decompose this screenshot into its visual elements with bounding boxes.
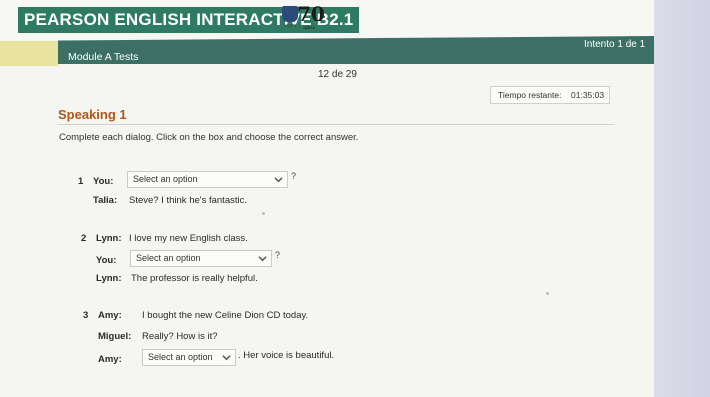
chevron-down-icon: [258, 256, 267, 262]
page-count: 12 de 29: [318, 69, 357, 80]
speaker-label: Talia:: [93, 195, 118, 206]
speaker-label: You:: [96, 255, 117, 266]
right-margin: [654, 0, 710, 397]
answer-select-2[interactable]: Select an option: [130, 250, 272, 267]
smudge: [546, 292, 549, 295]
logo-caption: unam: [283, 23, 297, 29]
dialog-line: I bought the new Celine Dion CD today.: [142, 310, 309, 321]
timer-value: 01:35:03: [571, 90, 605, 100]
smudge: [262, 212, 265, 215]
question-number: 1: [78, 176, 84, 187]
dialog-line: Steve? I think he's fantastic.: [129, 195, 247, 206]
header: PEARSON ENGLISH INTERACTIVE B2.1 unam 70…: [0, 0, 654, 40]
instructions: Complete each dialog. Click on the box a…: [59, 132, 359, 143]
select-placeholder: Select an option: [136, 253, 201, 263]
chevron-down-icon: [274, 177, 283, 183]
chevron-down-icon: [222, 355, 231, 361]
speaker-label: You:: [93, 176, 114, 187]
question-mark: ?: [275, 250, 281, 260]
timer-label: Tiempo restante:: [498, 90, 562, 100]
speaker-label: Lynn:: [96, 233, 122, 244]
dialog-line: Really? How is it?: [142, 331, 218, 342]
speaker-label: Amy:: [98, 310, 122, 321]
unam-logo: unam: [282, 6, 298, 29]
anniversary-logo: 70 años: [297, 3, 325, 31]
module-title: Module A Tests: [68, 51, 139, 63]
module-strip: [0, 41, 58, 66]
speaker-label: Miguel:: [98, 331, 132, 342]
dialog-line: . Her voice is beautiful.: [238, 350, 335, 361]
module-bar: [58, 36, 654, 64]
section-title: Speaking 1: [58, 107, 127, 122]
page: PEARSON ENGLISH INTERACTIVE B2.1 unam 70…: [0, 0, 710, 397]
select-placeholder: Select an option: [148, 352, 213, 362]
attempt-counter: Intento 1 de 1: [584, 39, 646, 50]
speaker-label: Lynn:: [96, 273, 122, 284]
shield-icon: [282, 6, 298, 22]
answer-select-3[interactable]: Select an option: [142, 349, 236, 366]
dialog-line: I love my new English class.: [129, 233, 248, 244]
dialog-line: The professor is really helpful.: [131, 273, 258, 284]
select-placeholder: Select an option: [133, 174, 198, 184]
question-number: 2: [81, 233, 87, 244]
question-number: 3: [83, 310, 89, 321]
timer: Tiempo restante: 01:35:03: [490, 86, 610, 104]
section-divider: [58, 124, 614, 125]
anniversary-number: 70: [297, 2, 325, 26]
answer-select-1[interactable]: Select an option: [127, 171, 288, 188]
question-mark: ?: [291, 171, 297, 181]
speaker-label: Amy:: [98, 354, 122, 365]
